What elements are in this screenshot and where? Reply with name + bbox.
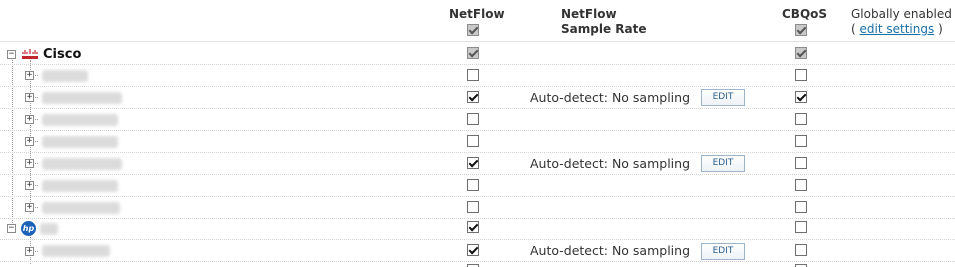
- collapse-toggle-icon[interactable]: −: [7, 224, 16, 233]
- vendor-group-row-cisco: − Cisco: [0, 43, 955, 65]
- expand-toggle-icon[interactable]: +: [25, 115, 34, 124]
- vendor-name: Cisco: [43, 47, 82, 62]
- netflow-select-all-checkbox: [467, 24, 479, 36]
- redacted-node-name: [42, 70, 88, 82]
- sample-rate-value: Auto-detect: No sampling: [530, 156, 690, 171]
- sample-rate-header-line2: Sample Rate: [561, 22, 647, 36]
- netflow-checkbox[interactable]: [467, 157, 479, 169]
- expand-toggle-icon[interactable]: +: [25, 93, 34, 102]
- globally-enabled-label: Globally enabled: [851, 7, 952, 21]
- expand-toggle-icon[interactable]: +: [25, 247, 34, 256]
- expand-toggle-icon[interactable]: +: [25, 137, 34, 146]
- netflow-checkbox[interactable]: [467, 91, 479, 103]
- sample-rate-value: Auto-detect: No sampling: [530, 90, 690, 105]
- cbqos-column-header: CBQoS: [782, 7, 828, 21]
- cbqos-select-all-checkbox: [795, 24, 807, 36]
- collapse-toggle-icon[interactable]: −: [7, 50, 16, 59]
- edit-sample-rate-button[interactable]: EDIT: [701, 155, 745, 172]
- netflow-column-header: NetFlow: [449, 7, 505, 21]
- netflow-checkbox[interactable]: [467, 69, 479, 81]
- redacted-node-name: [42, 202, 120, 214]
- table-header: NetFlow NetFlow Sample Rate CBQoS Global…: [0, 0, 955, 42]
- vendor-group-row-hp: − hp: [0, 218, 955, 240]
- cbqos-checkbox[interactable]: [795, 157, 807, 169]
- node-row: + Auto-detect: No sampling EDIT: [0, 87, 955, 109]
- netflow-checkbox[interactable]: [467, 244, 479, 256]
- redacted-node-name: [42, 180, 118, 192]
- cbqos-checkbox[interactable]: [795, 244, 807, 256]
- netflow-checkbox[interactable]: [467, 201, 479, 213]
- node-row: +: [0, 197, 955, 219]
- expand-toggle-icon[interactable]: +: [25, 159, 34, 168]
- redacted-node-name: [42, 92, 122, 104]
- node-row: +: [0, 131, 955, 153]
- redacted-vendor-name: [40, 223, 58, 235]
- netflow-checkbox[interactable]: [467, 179, 479, 191]
- netflow-checkbox: [467, 47, 479, 59]
- node-row: +: [0, 109, 955, 131]
- cbqos-checkbox[interactable]: [795, 135, 807, 147]
- node-row: +: [0, 65, 955, 87]
- hp-logo-icon: hp: [21, 221, 36, 236]
- edit-settings-link[interactable]: edit settings: [860, 22, 935, 36]
- cbqos-checkbox[interactable]: [795, 91, 807, 103]
- expand-toggle-icon[interactable]: +: [25, 71, 34, 80]
- sample-rate-value: Auto-detect: No sampling: [530, 243, 690, 258]
- cbqos-checkbox: [795, 47, 807, 59]
- cbqos-checkbox[interactable]: [795, 69, 807, 81]
- node-row: +: [0, 175, 955, 197]
- netflow-checkbox[interactable]: [467, 135, 479, 147]
- redacted-node-name: [42, 245, 110, 257]
- netflow-checkbox[interactable]: [467, 113, 479, 125]
- paren-open: (: [851, 22, 856, 36]
- cbqos-checkbox[interactable]: [795, 179, 807, 191]
- node-row: + Auto-detect: No sampling EDIT: [0, 240, 955, 262]
- cisco-logo-icon: [22, 49, 38, 59]
- netflow-checkbox[interactable]: [467, 221, 479, 233]
- node-row: + Auto-detect: No sampling EDIT: [0, 153, 955, 175]
- redacted-node-name: [42, 114, 118, 126]
- expand-toggle-icon[interactable]: +: [25, 203, 34, 212]
- sample-rate-column-header: NetFlow Sample Rate: [561, 7, 646, 37]
- globally-enabled-note: Globally enabled ( edit settings ): [851, 7, 952, 37]
- edit-settings-line: ( edit settings ): [851, 22, 952, 37]
- redacted-node-name: [42, 136, 118, 148]
- cbqos-checkbox[interactable]: [795, 221, 807, 233]
- paren-close: ): [938, 22, 943, 36]
- cbqos-checkbox[interactable]: [795, 201, 807, 213]
- redacted-node-name: [42, 158, 122, 170]
- edit-sample-rate-button[interactable]: EDIT: [701, 89, 745, 106]
- cbqos-checkbox[interactable]: [795, 113, 807, 125]
- edit-sample-rate-button[interactable]: EDIT: [701, 243, 745, 260]
- expand-toggle-icon[interactable]: +: [25, 181, 34, 190]
- sample-rate-header-line1: NetFlow: [561, 7, 617, 21]
